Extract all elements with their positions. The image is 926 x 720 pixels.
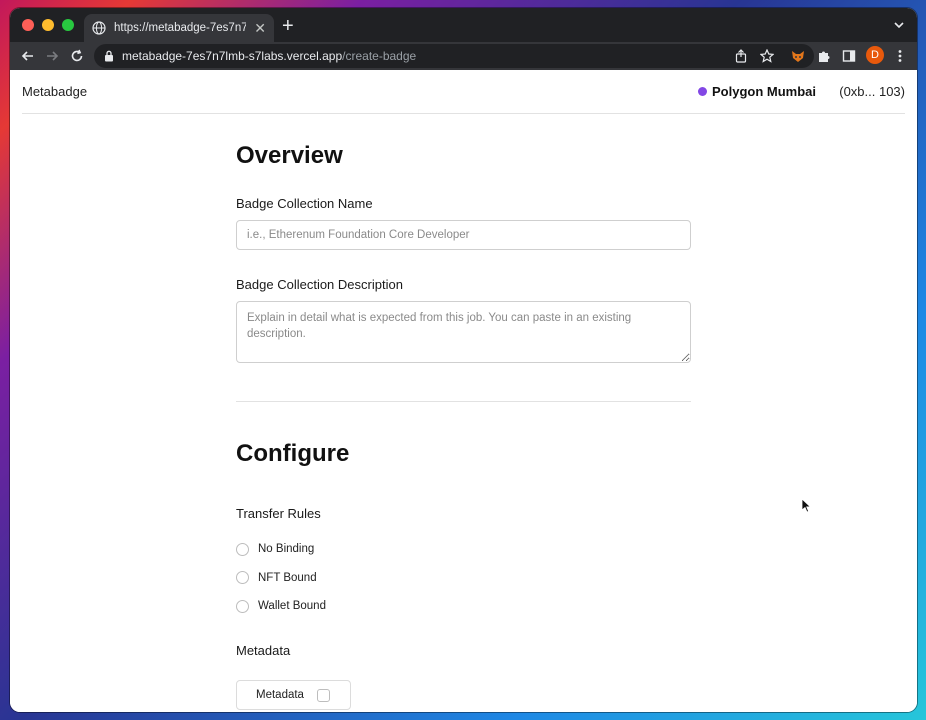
badge-description-textarea[interactable] (236, 301, 691, 363)
radio-button[interactable] (236, 599, 249, 613)
radio-label: NFT Bound (258, 571, 317, 584)
lock-icon[interactable] (104, 50, 114, 62)
badge-name-input[interactable] (236, 220, 691, 250)
account-address[interactable]: (0xb... 103) (839, 84, 905, 99)
back-icon[interactable] (20, 48, 36, 64)
minimize-window-button[interactable] (42, 19, 54, 31)
close-icon[interactable]: ✕ (254, 21, 266, 35)
metadata-checkbox[interactable] (316, 688, 330, 702)
overview-heading: Overview (236, 142, 343, 169)
tab-title: https://metabadge-7es7n7lmb (114, 22, 247, 34)
radio-label: Wallet Bound (258, 600, 326, 612)
radio-option-no-binding[interactable]: No Binding (236, 539, 691, 559)
polygon-icon (698, 87, 707, 96)
radio-button[interactable] (236, 571, 249, 584)
fox-extension-icon[interactable] (790, 48, 806, 64)
globe-icon (92, 21, 106, 35)
browser-tab[interactable]: https://metabadge-7es7n7lmb ✕ (84, 14, 274, 42)
forward-icon[interactable] (44, 48, 60, 64)
transfer-rules-radio-group: No Binding NFT Bound Wallet Bound (236, 539, 691, 616)
share-icon[interactable] (733, 48, 749, 64)
configure-heading: Configure (236, 440, 350, 467)
reload-icon[interactable] (69, 48, 85, 64)
metadata-checkbox-card[interactable]: Metadata (236, 680, 351, 710)
brand-logo-text[interactable]: Metabadge (22, 84, 87, 99)
url-host: metabadge-7es7n7lmb-s7labs.vercel.app (122, 49, 343, 63)
chevron-down-icon[interactable] (891, 17, 907, 33)
network-indicator[interactable]: Polygon Mumbai (698, 84, 816, 99)
window-controls (22, 19, 74, 31)
address-bar[interactable]: metabadge-7es7n7lmb-s7labs.vercel.app/cr… (94, 44, 814, 68)
radio-label: No Binding (258, 543, 315, 555)
radio-option-wallet-bound[interactable]: Wallet Bound (236, 596, 691, 616)
kebab-menu-icon[interactable] (892, 48, 908, 64)
profile-avatar[interactable]: D (866, 46, 884, 64)
tab-strip: https://metabadge-7es7n7lmb ✕ + (10, 8, 917, 42)
section-divider (236, 401, 691, 402)
star-icon[interactable] (759, 48, 775, 64)
mouse-cursor-icon (801, 498, 812, 518)
radio-button[interactable] (236, 542, 249, 556)
radio-option-nft-bound[interactable]: NFT Bound (236, 568, 691, 588)
maximize-window-button[interactable] (62, 19, 74, 31)
app-header: Metabadge Polygon Mumbai (0xb... 103) (22, 70, 905, 114)
metadata-label: Metadata (236, 643, 291, 658)
plus-icon[interactable]: + (282, 16, 294, 36)
network-name: Polygon Mumbai (712, 84, 816, 99)
web-page: Metabadge Polygon Mumbai (0xb... 103) Ov… (10, 70, 917, 712)
transfer-rules-label: Transfer Rules (236, 506, 321, 521)
url-text: metabadge-7es7n7lmb-s7labs.vercel.app/cr… (122, 49, 416, 63)
url-path: /create-badge (342, 49, 417, 63)
browser-window: https://metabadge-7es7n7lmb ✕ + metabadg… (10, 8, 917, 712)
badge-name-label: Badge Collection Name (236, 196, 373, 211)
badge-description-label: Badge Collection Description (236, 277, 403, 292)
puzzle-icon[interactable] (816, 48, 832, 64)
close-window-button[interactable] (22, 19, 34, 31)
sidebar-icon[interactable] (841, 48, 857, 64)
browser-toolbar: metabadge-7es7n7lmb-s7labs.vercel.app/cr… (10, 42, 917, 70)
metadata-checkbox-label: Metadata (256, 689, 304, 701)
create-badge-form: Overview Badge Collection Name Badge Col… (236, 142, 691, 710)
